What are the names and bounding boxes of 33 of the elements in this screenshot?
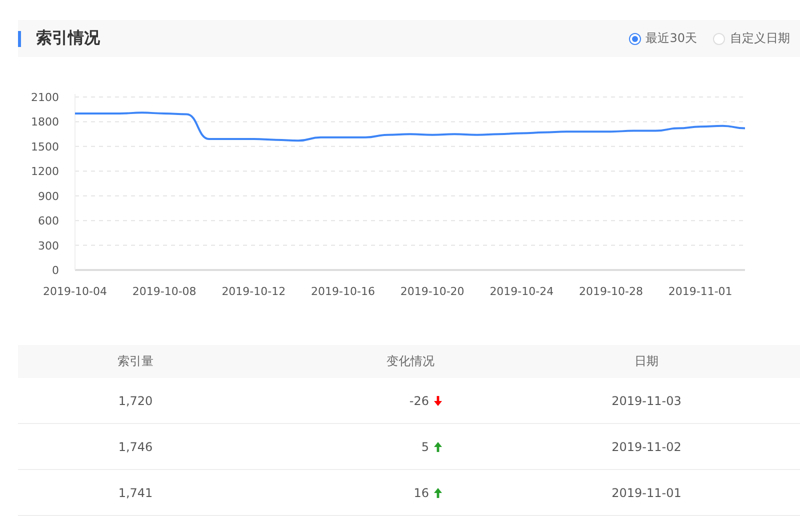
y-tick-label: 300 bbox=[38, 239, 59, 252]
x-tick-label: 2019-10-12 bbox=[222, 285, 286, 298]
y-tick-label: 1500 bbox=[31, 140, 59, 154]
table-cell-text: 2019-11-03 bbox=[610, 394, 682, 408]
table-cell-text: 1,741 bbox=[117, 486, 154, 500]
section-title: 索引情况 bbox=[36, 28, 101, 49]
radio-option[interactable]: 最近30天 bbox=[628, 30, 697, 47]
radio-button[interactable] bbox=[628, 32, 641, 44]
y-tick-label: 1200 bbox=[31, 165, 59, 178]
y-tick-label: 0 bbox=[52, 264, 59, 277]
x-tick-label: 2019-10-08 bbox=[132, 285, 196, 298]
x-tick-label: 2019-11-01 bbox=[668, 285, 732, 298]
table-cell-text: 2019-11-01 bbox=[610, 486, 682, 500]
x-tick-label: 2019-10-28 bbox=[579, 285, 643, 298]
x-tick-label: 2019-10-24 bbox=[490, 285, 554, 298]
x-tick-label: 2019-10-04 bbox=[43, 285, 107, 298]
table-cell-text: 1,746 bbox=[117, 440, 154, 454]
table-cell: 5 bbox=[421, 440, 429, 454]
x-tick-label: 2019-10-20 bbox=[400, 285, 464, 298]
table-cell: 16 bbox=[414, 486, 429, 500]
y-tick-label: 900 bbox=[38, 190, 59, 203]
column-header: 变化情况 bbox=[386, 353, 436, 370]
table-cell: -26 bbox=[409, 394, 429, 408]
column-header: 索引量 bbox=[116, 353, 154, 370]
x-tick-label: 2019-10-16 bbox=[311, 285, 375, 298]
accent-bar bbox=[18, 30, 21, 46]
table-cell-text: 1,720 bbox=[117, 394, 154, 408]
y-tick-label: 1800 bbox=[31, 116, 59, 129]
y-tick-label: 600 bbox=[38, 214, 59, 228]
table-cell-text: 2019-11-02 bbox=[610, 440, 682, 454]
column-header: 日期 bbox=[634, 353, 660, 370]
radio-option[interactable]: 自定义日期 bbox=[713, 30, 790, 47]
y-tick-label: 2100 bbox=[31, 91, 59, 104]
